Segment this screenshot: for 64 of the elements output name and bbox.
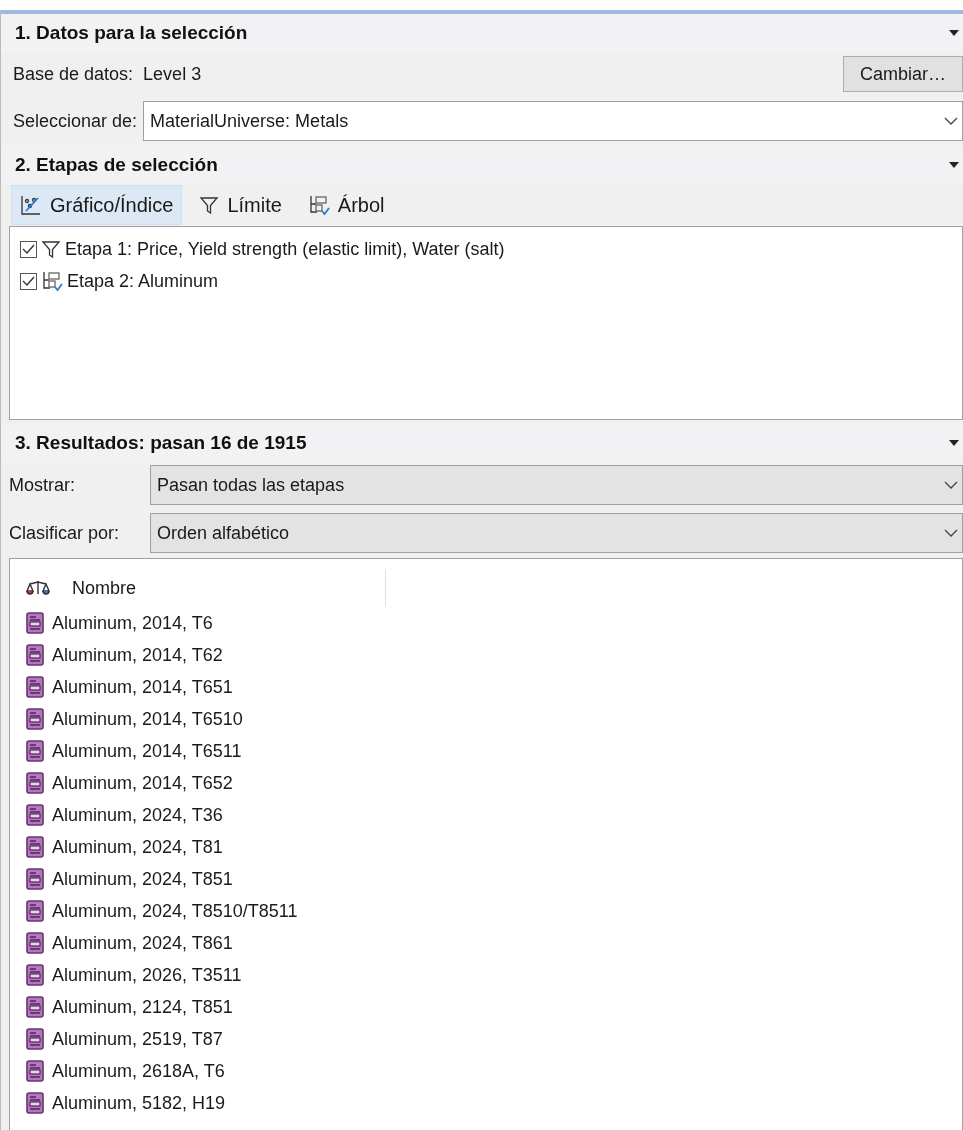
result-row[interactable]: Aluminum, 2014, T651	[10, 671, 962, 703]
result-row[interactable]: Aluminum, 2124, T851	[10, 991, 962, 1023]
dropdown[interactable]: Pasan todas las etapas	[150, 465, 963, 505]
record-icon	[26, 1060, 44, 1082]
dropdown[interactable]: Orden alfabético	[150, 513, 963, 553]
section-header[interactable]: 2. Etapas de selección	[1, 146, 963, 184]
scales-icon	[26, 579, 50, 597]
tree-check-icon	[307, 194, 330, 216]
field-label: Seleccionar de:	[13, 109, 138, 133]
tree-check-icon	[41, 270, 63, 292]
field-label: Clasificar por:	[9, 521, 121, 545]
field-label: Base de datos:	[13, 62, 134, 86]
stage-label: Etapa 1: Price, Yield strength (elastic limit), Water (salt)	[65, 237, 505, 261]
toolbar-tab[interactable]: Gráfico/Índice	[11, 185, 183, 225]
stage-label: Etapa 2: Aluminum	[67, 269, 219, 293]
chevron-down-icon	[944, 117, 958, 125]
result-row[interactable]: Aluminum, 2014, T6511	[10, 735, 962, 767]
collapse-icon[interactable]	[949, 30, 959, 36]
record-icon	[26, 708, 44, 730]
result-row[interactable]: Aluminum, 2024, T8510/T8511	[10, 895, 962, 927]
record-icon	[26, 932, 44, 954]
result-row[interactable]: Aluminum, 2014, T6510	[10, 703, 962, 735]
result-row[interactable]: Aluminum, 2519, T87	[10, 1023, 962, 1055]
result-row[interactable]: Aluminum, 2014, T6	[10, 607, 962, 639]
result-row[interactable]: Aluminum, 2618A, T6	[10, 1055, 962, 1087]
record-icon	[26, 1092, 44, 1114]
change-button[interactable]: Cambiar…	[842, 56, 963, 92]
record-icon	[26, 676, 44, 698]
record-icon	[26, 900, 44, 922]
result-row[interactable]: Aluminum, 2026, T3511	[10, 959, 962, 991]
collapse-icon[interactable]	[949, 162, 959, 168]
dropdown[interactable]: MaterialUniverse: Metals	[143, 101, 963, 141]
record-icon	[26, 836, 44, 858]
record-icon	[26, 964, 44, 986]
column-header[interactable]: Nombre	[72, 574, 137, 602]
result-row[interactable]: Aluminum, 2014, T62	[10, 639, 962, 671]
collapse-icon[interactable]	[949, 440, 959, 446]
result-row[interactable]: Aluminum, 2024, T36	[10, 799, 962, 831]
result-row[interactable]: Aluminum, 2024, T851	[10, 863, 962, 895]
chevron-down-icon	[944, 529, 958, 537]
record-icon	[26, 1028, 44, 1050]
checkbox[interactable]	[20, 272, 37, 290]
result-row[interactable]: Aluminum, 5182, H19	[10, 1087, 962, 1119]
result-row[interactable]: Aluminum, 2024, T861	[10, 927, 962, 959]
result-row[interactable]: Aluminum, 2014, T652	[10, 767, 962, 799]
record-icon	[26, 740, 44, 762]
checkbox[interactable]	[20, 240, 37, 258]
record-icon	[26, 612, 44, 634]
filter-icon	[41, 239, 61, 259]
field-label: Mostrar:	[9, 473, 76, 497]
chart-icon	[20, 194, 42, 216]
filter-icon	[199, 195, 220, 215]
record-icon	[26, 868, 44, 890]
toolbar-tab[interactable]: Límite	[190, 185, 291, 225]
record-icon	[26, 772, 44, 794]
record-icon	[26, 996, 44, 1018]
record-icon	[26, 804, 44, 826]
field-value: Level 3	[143, 62, 202, 86]
chevron-down-icon	[944, 481, 958, 489]
record-icon	[26, 644, 44, 666]
section-header[interactable]: 3. Resultados: pasan 16 de 1915	[1, 424, 963, 462]
result-row[interactable]: Aluminum, 2024, T81	[10, 831, 962, 863]
section-header[interactable]: 1. Datos para la selección	[1, 14, 963, 52]
toolbar-tab[interactable]: Árbol	[298, 185, 394, 225]
